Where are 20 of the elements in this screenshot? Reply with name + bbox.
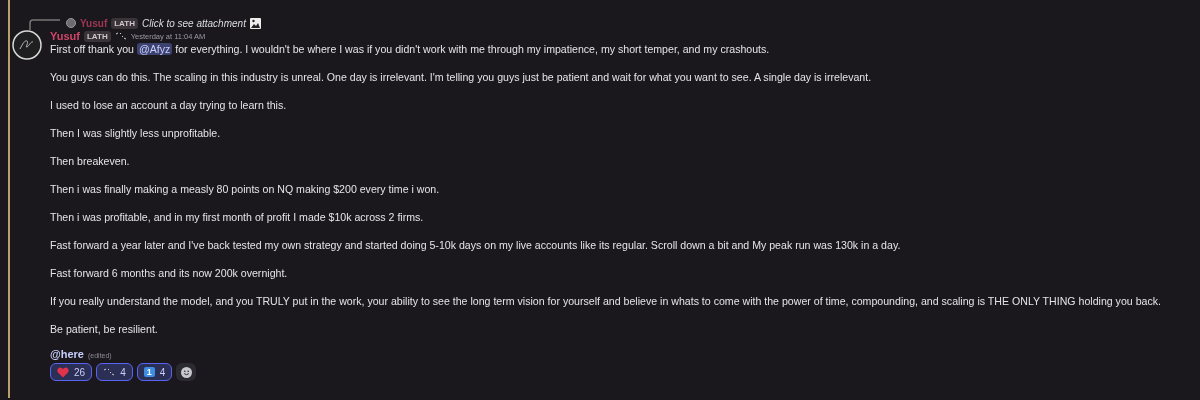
message-text: Fast forward 6 months and its now 200k overnight. — [50, 266, 289, 280]
reply-text[interactable]: Click to see attachment — [141, 17, 246, 29]
message-text: Then breakeven. — [50, 154, 131, 168]
reaction-button[interactable]: 26 — [50, 363, 93, 381]
message-text: You guys can do this. The scaling in this industry is unreal. One day is irrelevant. I'm telling you guys just be patient and wait for what you want to see. A single day is irrelevant. — [50, 70, 873, 84]
mention-link[interactable]: @here — [50, 348, 84, 360]
role-tag: LATH — [83, 30, 111, 42]
reaction-button[interactable]: 4 — [96, 363, 133, 381]
message-text: If you really understand the model, and you TRULY put in the work, your ability to see the long term vision for yourself and believe in whats to come with the power of time, compounding, and scaling is THE ONLY THING holding you back. — [50, 294, 1161, 308]
message-text: Be patient, be resilient. — [50, 322, 159, 336]
message-text: Then i was finally making a measly 80 points on NQ making $200 every time i won. — [50, 182, 441, 196]
message-text: Then i was profitable, and in my first month of profit I made $10k across 2 firms. — [50, 210, 425, 224]
message-text: First off thank you @Afyz for everything. I wouldn't be where I was if you didn't work with me through my impatience, my short temper, and my crashouts. — [50, 42, 771, 56]
reaction-button[interactable]: 1 4 — [136, 363, 173, 381]
role-tag: LATH — [111, 17, 138, 29]
message-text: I used to lose an account a day trying to learn this. — [50, 98, 288, 112]
mention-link[interactable]: @Afyz — [136, 43, 173, 55]
author-name[interactable]: Yusuf — [50, 30, 80, 42]
message-text: Then I was slightly less unprofitable. — [50, 126, 222, 140]
message-text: Fast forward a year later and I've back tested my own strategy and started doing 5-10k days on my live accounts like its regular. Scroll down a bit and My peak run was 130k in a day. — [50, 238, 902, 252]
